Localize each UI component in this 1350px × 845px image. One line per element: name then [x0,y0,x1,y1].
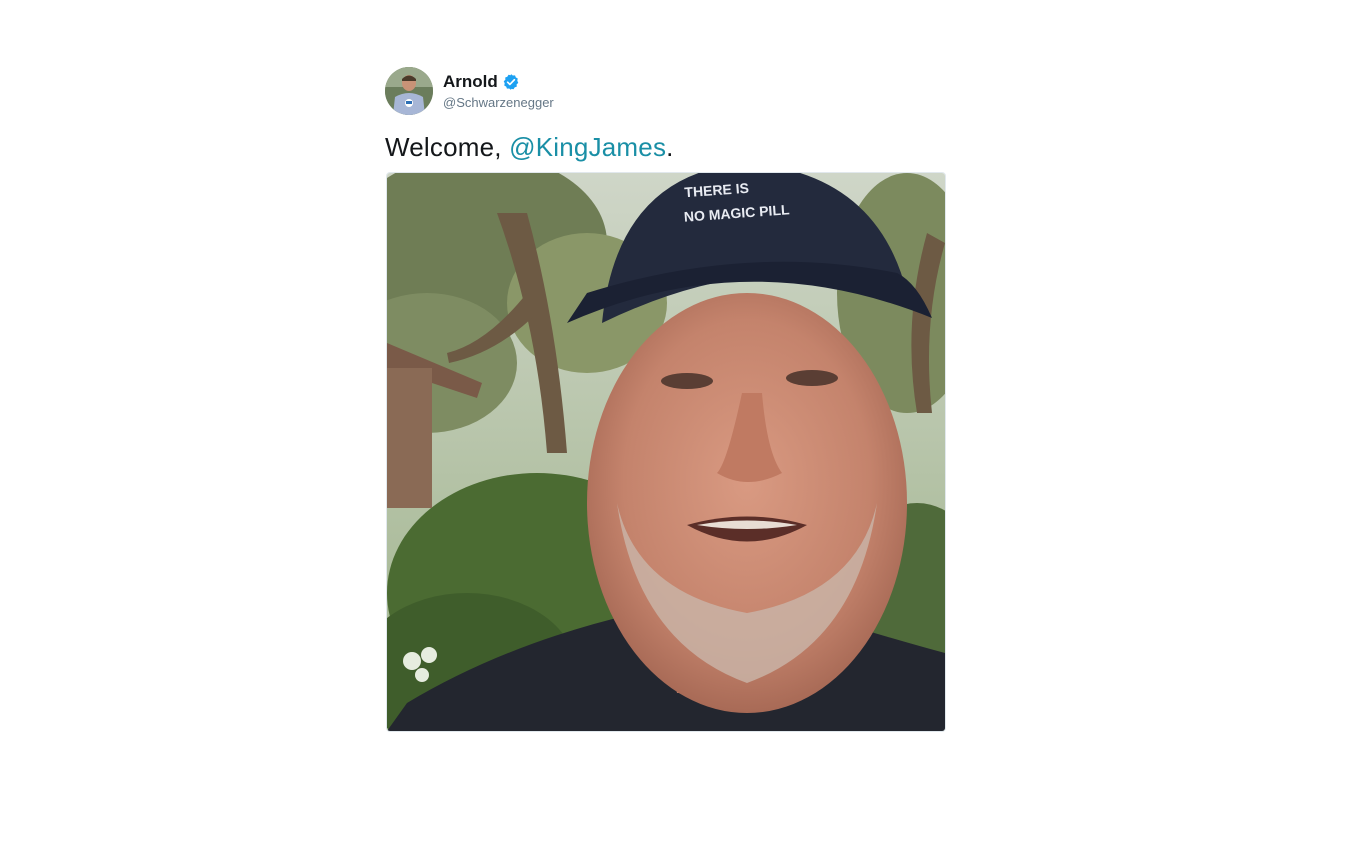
avatar[interactable] [385,67,433,115]
tweet-video[interactable]: THERE IS NO MAGIC PILL [386,172,946,732]
display-name[interactable]: Arnold [443,71,498,93]
user-names: Arnold @Schwarzenegger [443,71,554,112]
tweet-text-prefix: Welcome, [385,132,510,162]
verified-badge-icon [502,73,520,91]
user-handle[interactable]: @Schwarzenegger [443,94,554,112]
tweet-header: Arnold @Schwarzenegger [385,66,945,116]
name-row: Arnold [443,71,554,93]
tweet-text: Welcome, @KingJames. [385,131,945,163]
tweet-text-suffix: . [666,132,674,162]
mention-link[interactable]: @KingJames [509,132,666,162]
tweet-card: Arnold @Schwarzenegger Welcome, @KingJam… [385,66,946,732]
